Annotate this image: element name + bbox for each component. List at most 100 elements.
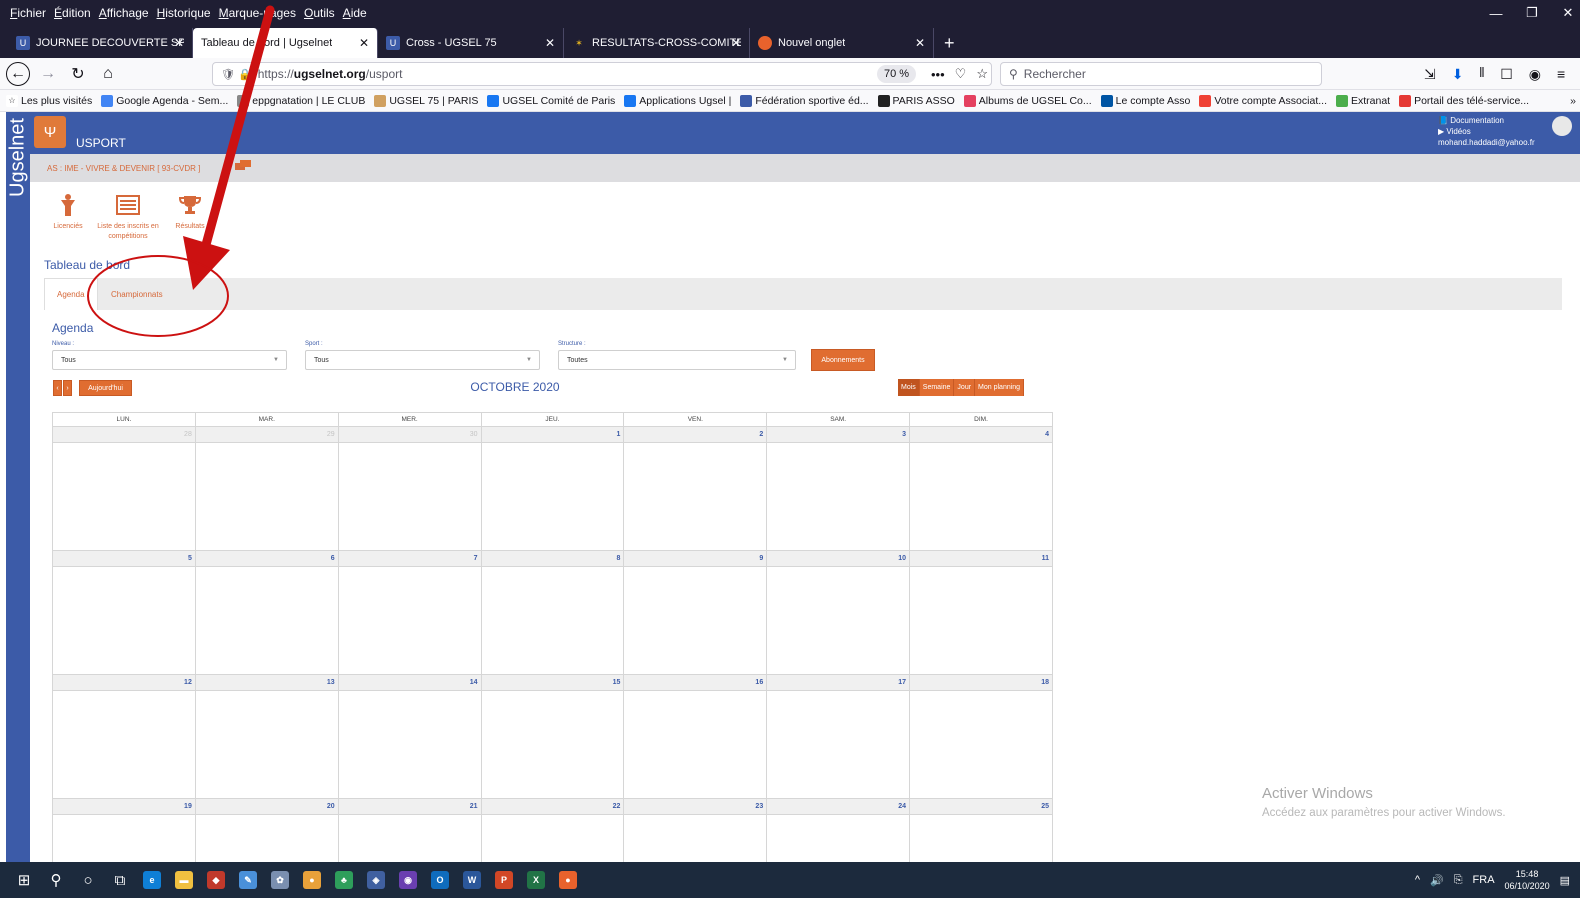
view-week-button[interactable]: Semaine <box>919 379 955 396</box>
network-icon[interactable]: ⎘ <box>1454 874 1463 887</box>
day-number[interactable]: 14 <box>337 674 482 691</box>
page-actions-icon[interactable]: ••• <box>931 67 945 82</box>
bookmark-item[interactable]: PARIS ASSO <box>877 94 955 107</box>
search-icon[interactable]: ⚲ <box>40 862 72 898</box>
user-email[interactable]: mohand.haddadi@yahoo.fr <box>1438 137 1535 148</box>
day-number[interactable]: 11 <box>909 550 1053 567</box>
url-bar[interactable]: 🛡 🔒 https:// ugselnet.org /usport 70 % •… <box>212 62 992 86</box>
day-number[interactable]: 6 <box>194 550 339 567</box>
close-window-button[interactable]: ✕ <box>1548 0 1580 26</box>
day-cell[interactable] <box>766 690 911 799</box>
day-cell[interactable] <box>766 566 911 675</box>
quick-link-inscrits[interactable]: Liste des inscrits en compétitions <box>96 194 160 242</box>
chrome-icon[interactable]: ● <box>296 862 328 898</box>
day-cell[interactable] <box>337 566 482 675</box>
day-cell[interactable] <box>480 442 625 551</box>
menu-item-4[interactable]: Marque-pages <box>219 6 296 20</box>
day-number[interactable]: 21 <box>337 798 482 815</box>
documentation-link[interactable]: 📘 Documentation <box>1438 115 1535 126</box>
day-cell[interactable] <box>480 566 625 675</box>
bookmark-item[interactable]: UGSEL Comité de Paris <box>487 94 615 107</box>
edge-icon[interactable]: e <box>136 862 168 898</box>
close-tab-icon[interactable]: ✕ <box>545 36 555 50</box>
day-number[interactable]: 9 <box>623 550 768 567</box>
day-number[interactable]: 18 <box>909 674 1053 691</box>
bookmark-item[interactable]: eppgnatation | LE CLUB <box>237 94 365 107</box>
app-icon-1[interactable]: ◆ <box>200 862 232 898</box>
day-number[interactable]: 7 <box>337 550 482 567</box>
view-day-button[interactable]: Jour <box>954 379 976 396</box>
bookmark-item[interactable]: Google Agenda - Sem... <box>101 94 228 107</box>
chat-icon[interactable] <box>235 160 251 172</box>
task-view-icon[interactable]: ⧉ <box>104 862 136 898</box>
subscriptions-button[interactable]: Abonnements <box>811 349 875 371</box>
sidebar-icon[interactable]: ☐ <box>1500 66 1513 83</box>
bookmark-item[interactable]: Portail des télé-service... <box>1399 94 1529 107</box>
day-number[interactable]: 2 <box>623 426 768 443</box>
day-cell[interactable] <box>194 690 339 799</box>
day-number[interactable]: 29 <box>194 426 339 443</box>
day-number[interactable]: 20 <box>194 798 339 815</box>
menu-icon[interactable]: ≡ <box>1557 66 1565 82</box>
menu-item-5[interactable]: Outils <box>304 6 335 20</box>
avatar[interactable] <box>1552 116 1572 136</box>
day-number[interactable]: 3 <box>766 426 911 443</box>
clock[interactable]: 15:48 06/10/2020 <box>1505 868 1550 892</box>
outlook-icon[interactable]: O <box>424 862 456 898</box>
extension-icon[interactable]: ⇲ <box>1424 66 1436 83</box>
day-number[interactable]: 15 <box>480 674 625 691</box>
windows-start-icon[interactable]: ⊞ <box>8 862 40 898</box>
browser-tab-cross[interactable]: U Cross - UGSEL 75 ✕ <box>378 28 564 58</box>
search-input[interactable]: ⚲ Rechercher <box>1000 62 1322 86</box>
tray-overflow-icon[interactable]: ^ <box>1415 874 1420 886</box>
browser-tab-tableau-de-bord[interactable]: Tableau de bord | Ugselnet ✕ <box>193 28 378 58</box>
day-cell[interactable] <box>52 566 196 675</box>
close-tab-icon[interactable]: ✕ <box>359 36 369 50</box>
day-cell[interactable] <box>337 690 482 799</box>
bookmark-item[interactable]: Le compte Asso <box>1100 94 1190 107</box>
close-tab-icon[interactable]: ✕ <box>731 36 741 50</box>
day-number[interactable]: 30 <box>337 426 482 443</box>
day-number[interactable]: 12 <box>52 674 196 691</box>
menu-item-0[interactable]: Fichier <box>10 6 46 20</box>
tab-agenda[interactable]: Agenda <box>44 278 98 310</box>
bookmark-item[interactable]: Votre compte Associat... <box>1199 94 1327 107</box>
day-number[interactable]: 25 <box>909 798 1053 815</box>
bookmark-item[interactable]: Applications Ugsel | <box>624 94 731 107</box>
day-cell[interactable] <box>909 566 1053 675</box>
day-cell[interactable] <box>623 442 768 551</box>
bookmark-item[interactable]: ☆ Les plus visités <box>6 94 92 107</box>
structure-select[interactable]: Toutes ▼ <box>558 350 796 370</box>
niveau-select[interactable]: Tous ▼ <box>52 350 287 370</box>
day-cell[interactable] <box>52 442 196 551</box>
day-cell[interactable] <box>52 690 196 799</box>
tab-championnats[interactable]: Championnats <box>111 278 163 310</box>
bookmark-item[interactable]: Albums de UGSEL Co... <box>963 94 1092 107</box>
day-number[interactable]: 24 <box>766 798 911 815</box>
day-number[interactable]: 10 <box>766 550 911 567</box>
usport-logo-icon[interactable]: Ψ <box>34 116 66 148</box>
app-icon-4[interactable]: ◈ <box>360 862 392 898</box>
cortana-icon[interactable]: ○ <box>72 862 104 898</box>
menu-item-6[interactable]: Aide <box>343 6 367 20</box>
day-cell[interactable] <box>623 690 768 799</box>
day-number[interactable]: 17 <box>766 674 911 691</box>
day-cell[interactable] <box>909 690 1053 799</box>
bookmark-item[interactable]: Extranat <box>1335 94 1390 107</box>
day-cell[interactable] <box>337 442 482 551</box>
app-icon-3[interactable]: ♣ <box>328 862 360 898</box>
day-cell[interactable] <box>194 442 339 551</box>
home-button[interactable]: ⌂ <box>96 62 120 86</box>
app-icon-2[interactable]: ✿ <box>264 862 296 898</box>
firefox-icon[interactable]: ● <box>552 862 584 898</box>
download-icon[interactable]: ⬇ <box>1452 66 1464 83</box>
word-icon[interactable]: W <box>456 862 488 898</box>
new-tab-button[interactable]: + <box>934 28 965 58</box>
app-icon-5[interactable]: ◉ <box>392 862 424 898</box>
bookmark-item[interactable]: Fédération sportive éd... <box>740 94 869 107</box>
day-number[interactable]: 5 <box>52 550 196 567</box>
association-label[interactable]: AS : IME - VIVRE & DEVENIR [ 93-CVDR ] <box>47 164 200 173</box>
quick-link-resultats[interactable]: Résultats <box>170 194 210 232</box>
day-cell[interactable] <box>194 566 339 675</box>
bookmark-item[interactable]: UGSEL 75 | PARIS <box>374 94 478 107</box>
